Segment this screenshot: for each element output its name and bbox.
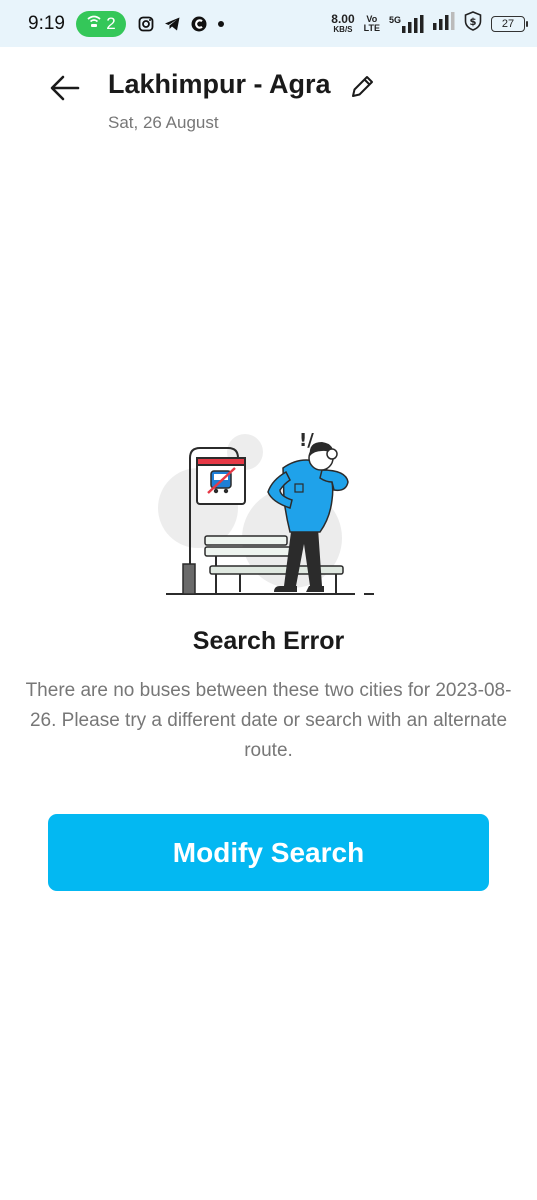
speed-value: 8.00 (331, 12, 355, 26)
battery-icon: 27 (491, 15, 528, 32)
status-time: 9:19 (28, 12, 65, 34)
journey-date: Sat, 26 August (108, 113, 219, 132)
shield-dollar-icon: $ (464, 11, 482, 36)
signal-icon (433, 12, 455, 35)
hotspot-count: 2 (106, 13, 116, 33)
volte-indicator: Vo LTE (363, 14, 380, 33)
app-c-icon (191, 16, 207, 32)
pencil-icon (352, 76, 373, 97)
svg-text:$: $ (470, 17, 477, 28)
volte-bottom: LTE (363, 22, 380, 33)
hotspot-icon (86, 13, 102, 34)
back-arrow-icon (50, 75, 80, 101)
network-type: 5G (388, 14, 401, 25)
modify-search-button[interactable]: Modify Search (48, 814, 489, 891)
speed-unit: KB/S (333, 25, 353, 34)
telegram-icon (164, 16, 181, 32)
error-title: Search Error (192, 627, 345, 655)
no-bus-illustration: !/ (150, 420, 390, 610)
notification-dot-icon (217, 20, 225, 28)
status-bar: 9:19 2 8.00 KB/S Vo LTE 5G $ 27 (0, 0, 537, 47)
edit-route-button[interactable] (346, 71, 378, 103)
route-title: Lakhimpur - Agra (108, 69, 331, 99)
hotspot-badge: 2 (76, 10, 126, 37)
battery-level: 27 (501, 17, 515, 30)
signal-5g-icon: 5G (388, 14, 424, 33)
network-speed: 8.00 KB/S (331, 13, 354, 34)
route-header: Lakhimpur - Agra Sat, 26 August (0, 47, 537, 147)
confusion-mark: !/ (299, 430, 314, 451)
back-button[interactable] (46, 69, 84, 107)
instagram-icon (138, 16, 154, 32)
error-message: There are no buses between these two cit… (25, 680, 512, 761)
